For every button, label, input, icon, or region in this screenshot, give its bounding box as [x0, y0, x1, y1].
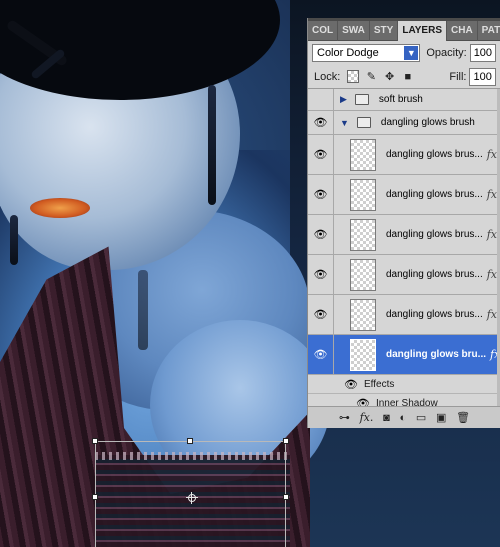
- new-group-icon[interactable]: ▭: [416, 411, 426, 424]
- tab-channels[interactable]: CHA: [447, 21, 478, 41]
- folder-icon: [356, 117, 371, 128]
- tab-layers[interactable]: LAYERS: [398, 21, 447, 41]
- tab-swatches[interactable]: SWA: [338, 21, 370, 41]
- layer-name: soft brush: [378, 94, 423, 105]
- layer-thumbnail: [350, 138, 376, 171]
- link-icon[interactable]: ⊶: [339, 411, 350, 424]
- collapse-triangle-icon[interactable]: ▼: [340, 118, 349, 128]
- layer-name: dangling glows brush: [380, 117, 475, 128]
- effects-row[interactable]: 👁 Effects: [308, 375, 500, 394]
- layer-name: dangling glows brus...: [386, 269, 483, 280]
- earring-right: [208, 85, 216, 205]
- fx-icon[interactable]: fx: [487, 148, 497, 161]
- eye-icon[interactable]: 👁: [308, 175, 334, 214]
- eye-icon[interactable]: 👁: [308, 111, 334, 134]
- lock-all-icon[interactable]: ■: [402, 70, 413, 83]
- fx-icon[interactable]: fx.: [360, 411, 374, 424]
- lock-pixels-icon[interactable]: [347, 70, 359, 83]
- lock-label: Lock:: [314, 70, 341, 83]
- layer-name: dangling glows brus...: [386, 149, 483, 160]
- eye-icon[interactable]: 👁: [308, 335, 334, 374]
- layer-thumbnail: [350, 298, 376, 331]
- transform-handle-top-left[interactable]: [92, 438, 98, 444]
- layer-name: dangling glows brus...: [386, 189, 483, 200]
- fill-input[interactable]: 100: [469, 67, 497, 86]
- blend-mode-value: Color Dodge: [317, 47, 379, 59]
- layer-thumbnail: [350, 338, 376, 371]
- opacity-label: Opacity:: [426, 47, 467, 59]
- tab-color[interactable]: COL: [308, 21, 339, 41]
- eye-icon[interactable]: [308, 375, 334, 393]
- chevron-down-icon[interactable]: ▼: [404, 46, 419, 60]
- layers-list: ▶ soft brush 👁 ▼ dangling glows brush 👁 …: [308, 89, 500, 413]
- mask-icon[interactable]: ◙: [383, 412, 390, 424]
- layer-group-dangling-glows[interactable]: 👁 ▼ dangling glows brush: [308, 111, 500, 135]
- effects-label: Effects: [363, 378, 395, 390]
- panel-tabs: COL SWA STY LAYERS CHA PAT: [308, 21, 500, 41]
- blend-row: Color Dodge ▼ Opacity: 100: [308, 41, 500, 65]
- layer-name: dangling glows brus...: [386, 229, 483, 240]
- layers-bottom-bar: ⊶ fx. ◙ ◐ ▭ ▣ 🗑: [308, 406, 500, 428]
- layer-thumbnail: [350, 258, 376, 291]
- opacity-input[interactable]: 100: [469, 44, 496, 62]
- fx-icon[interactable]: fx: [487, 308, 497, 321]
- layer-row[interactable]: 👁 dangling glows brus... fx: [308, 295, 500, 335]
- lock-move-icon[interactable]: ✥: [384, 70, 395, 83]
- tab-paths[interactable]: PAT: [478, 21, 500, 41]
- layer-row-selected[interactable]: 👁 dangling glows bru... fx: [308, 335, 500, 375]
- eye-icon[interactable]: 👁: [308, 215, 334, 254]
- layer-row[interactable]: 👁 dangling glows brus... fx: [308, 175, 500, 215]
- layers-panel: COL SWA STY LAYERS CHA PAT Color Dodge ▼…: [307, 18, 500, 428]
- transform-handle-top-right[interactable]: [283, 438, 289, 444]
- eye-icon[interactable]: 👁: [344, 378, 358, 391]
- layer-thumbnail: [350, 178, 376, 211]
- eye-icon[interactable]: 👁: [308, 135, 334, 174]
- transform-handle-middle-right[interactable]: [283, 494, 289, 500]
- lock-row: Lock: ✎ ✥ ■ Fill: 100: [308, 65, 500, 89]
- layer-group-soft-brush[interactable]: ▶ soft brush: [308, 89, 500, 111]
- model-lips: [30, 198, 90, 218]
- layer-name: dangling glows brus...: [386, 309, 483, 320]
- earring-left: [10, 215, 18, 265]
- layer-name: dangling glows bru...: [386, 349, 486, 360]
- eye-icon[interactable]: 👁: [308, 295, 334, 334]
- adjustment-icon[interactable]: ◐: [399, 412, 406, 424]
- eye-icon[interactable]: 👁: [308, 255, 334, 294]
- expand-triangle-icon[interactable]: ▶: [340, 94, 347, 105]
- layer-row[interactable]: 👁 dangling glows brus... fx: [308, 255, 500, 295]
- fill-label: Fill:: [449, 70, 467, 83]
- layer-thumbnail: [350, 218, 376, 251]
- layer-row[interactable]: 👁 dangling glows brus... fx: [308, 135, 500, 175]
- new-layer-icon[interactable]: ▣: [436, 411, 446, 424]
- transform-handle-middle-left[interactable]: [92, 494, 98, 500]
- blend-mode-select[interactable]: Color Dodge ▼: [312, 44, 421, 62]
- layer-row[interactable]: 👁 dangling glows brus... fx: [308, 215, 500, 255]
- transform-pivot-icon[interactable]: [186, 492, 198, 504]
- lock-brush-icon[interactable]: ✎: [366, 70, 377, 83]
- fx-icon[interactable]: fx: [487, 228, 497, 241]
- visibility-toggle[interactable]: [308, 89, 334, 110]
- trash-icon[interactable]: 🗑: [456, 411, 470, 424]
- folder-icon: [354, 94, 369, 105]
- fx-icon[interactable]: fx: [487, 188, 497, 201]
- dangling-glow: [138, 270, 148, 350]
- fx-icon[interactable]: fx: [487, 268, 497, 281]
- tab-styles[interactable]: STY: [370, 21, 399, 41]
- transform-handle-top-middle[interactable]: [187, 438, 193, 444]
